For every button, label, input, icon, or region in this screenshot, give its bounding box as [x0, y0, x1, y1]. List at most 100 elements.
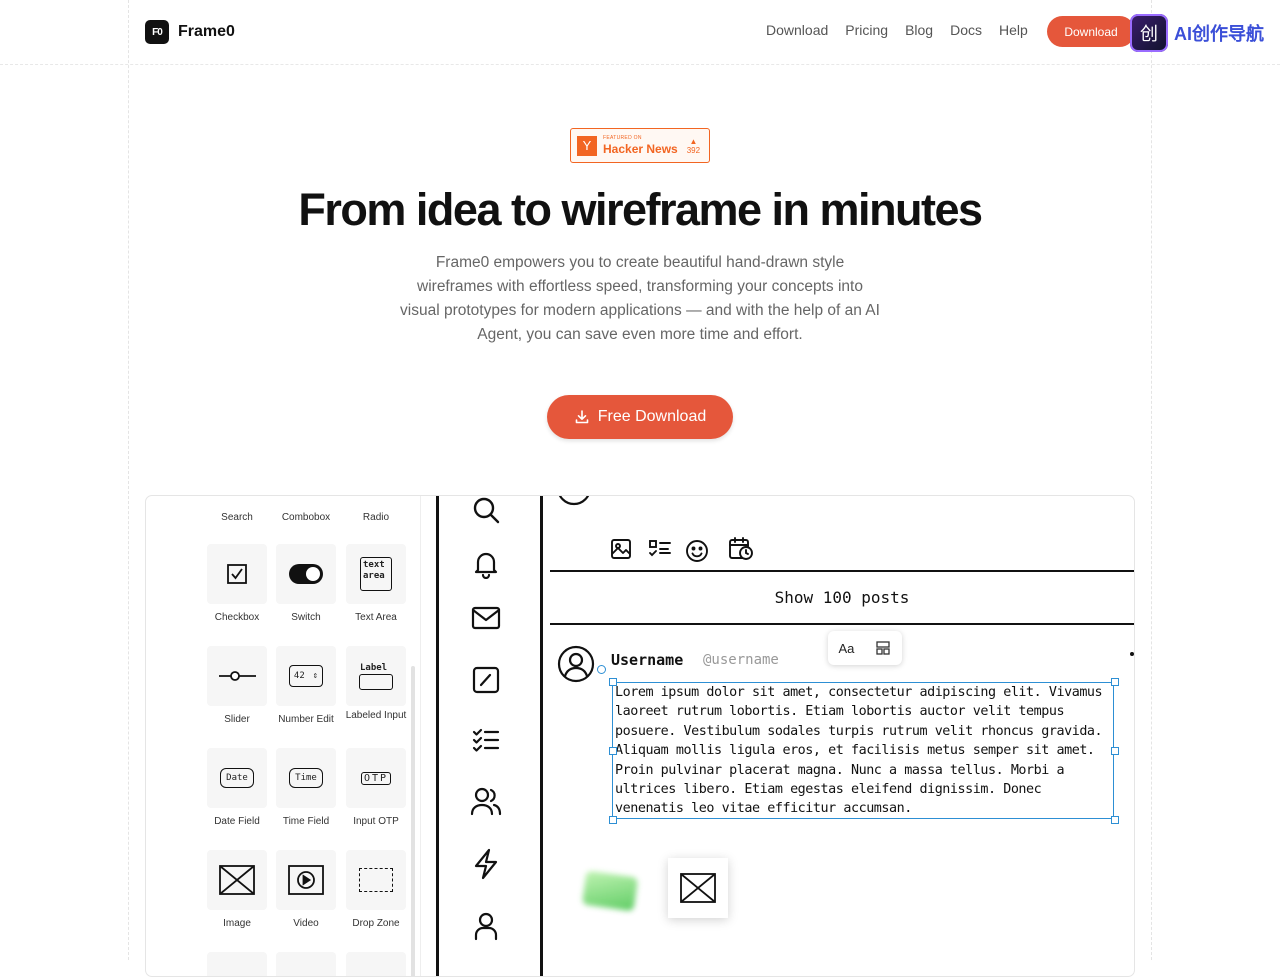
resize-handle[interactable]	[1111, 816, 1119, 824]
date-field-icon: Date	[220, 768, 254, 788]
drop-zone-icon	[359, 868, 393, 892]
tile-partial[interactable]	[346, 952, 406, 976]
slider-icon	[219, 671, 256, 681]
wf-list-icon[interactable]	[648, 539, 672, 559]
wf-bell-icon[interactable]	[466, 544, 506, 584]
brand-link[interactable]: F0 Frame0	[145, 20, 235, 44]
nav-help[interactable]: Help	[999, 22, 1028, 38]
tile-search[interactable]: Search	[202, 512, 272, 523]
nav-blog[interactable]: Blog	[905, 22, 933, 38]
app-preview: Search Combobox Radio Checkbox Switch te…	[145, 495, 1135, 977]
more-dot	[1130, 652, 1134, 656]
number-edit-icon: 42 ⇕	[289, 665, 323, 687]
upvote-arrow-icon: ▲	[689, 136, 698, 146]
brand-name: Frame0	[178, 23, 235, 40]
tile-combobox[interactable]: Combobox	[271, 512, 341, 523]
hero-title: From idea to wireframe in minutes	[298, 184, 983, 235]
wf-bolt-icon[interactable]	[466, 844, 506, 884]
layout-guide-right	[1151, 0, 1152, 960]
wireframe-divider-right	[540, 496, 543, 976]
tile-input-otp[interactable]: OTP Input OTP	[341, 748, 411, 827]
tile-time-field[interactable]: Time Time Field	[271, 748, 341, 827]
resize-handle[interactable]	[1111, 747, 1119, 755]
otp-icon: OTP	[360, 771, 392, 785]
dragged-shape-blur	[581, 870, 639, 912]
tile-drop-zone[interactable]: Drop Zone	[341, 850, 411, 929]
badge-votes: 392	[686, 145, 701, 155]
tile-image[interactable]: Image	[202, 850, 272, 929]
tile-labeled-input[interactable]: Label Labeled Input	[341, 646, 411, 721]
ad-text: AI创作导航	[1174, 24, 1264, 44]
tile-slider[interactable]: Slider	[202, 646, 272, 725]
resize-handle[interactable]	[609, 678, 617, 686]
free-download-button[interactable]: Free Download	[547, 395, 733, 439]
nav-download[interactable]: Download	[766, 22, 828, 38]
tile-label: Video	[293, 918, 319, 929]
wf-emoji-icon[interactable]	[685, 539, 709, 563]
tile-label: Checkbox	[214, 612, 260, 623]
frame0-logo-icon: F0	[145, 20, 169, 44]
badge-hacker-news: Hacker News	[603, 142, 678, 156]
free-download-label: Free Download	[597, 408, 707, 425]
image-placeholder-icon	[219, 865, 255, 895]
wf-post-body[interactable]: Lorem ipsum dolor sit amet, consectetur …	[612, 682, 1114, 819]
tile-date-field[interactable]: Date Date Field	[202, 748, 272, 827]
tile-label: Text Area	[355, 612, 397, 623]
y-combinator-icon: Y	[577, 135, 597, 156]
layout-guide-left	[128, 0, 129, 960]
header-download-button[interactable]: Download	[1047, 16, 1135, 47]
tile-radio[interactable]: Radio	[341, 512, 411, 523]
wf-edit-icon[interactable]	[466, 660, 506, 700]
checkbox-icon	[227, 564, 247, 584]
tile-label: Number Edit	[278, 714, 334, 725]
connector-handle[interactable]	[597, 665, 606, 674]
tile-checkbox[interactable]: Checkbox	[202, 544, 272, 623]
wf-handle: @username	[703, 652, 779, 668]
badge-featured-on: FEATURED ON	[603, 135, 642, 141]
tile-switch[interactable]: Switch	[271, 544, 341, 623]
nav-docs[interactable]: Docs	[950, 22, 982, 38]
wf-search-icon[interactable]	[466, 496, 506, 530]
tile-label: Switch	[291, 612, 321, 623]
wf-username: Username	[611, 651, 684, 669]
wf-mail-icon[interactable]	[466, 598, 506, 638]
wf-image-icon[interactable]	[610, 538, 632, 560]
tile-label: Labeled Input	[345, 710, 407, 721]
wf-schedule-icon[interactable]	[728, 536, 754, 562]
time-field-icon: Time	[289, 768, 323, 788]
nav-pricing[interactable]: Pricing	[845, 22, 888, 38]
tile-label: Slider	[224, 714, 250, 725]
tile-label: Input OTP	[353, 816, 399, 827]
tile-number-edit[interactable]: 42 ⇕ Number Edit	[271, 646, 341, 725]
tile-label: Drop Zone	[352, 918, 400, 929]
ai-nav-logo-icon: 创	[1130, 14, 1168, 52]
resize-handle[interactable]	[609, 816, 617, 824]
tile-text-area[interactable]: text area Text Area	[341, 544, 411, 623]
tile-video[interactable]: Video	[271, 850, 341, 929]
video-icon	[288, 865, 324, 895]
text-style-icon[interactable]: Aa	[839, 641, 855, 656]
labeled-input-icon	[359, 673, 393, 690]
hero-subtitle: Frame0 empowers you to create beautiful …	[400, 254, 880, 343]
palette-scrollbar[interactable]	[411, 666, 415, 976]
tile-partial[interactable]	[207, 952, 267, 976]
wf-show-posts[interactable]: Show 100 posts	[550, 588, 1134, 607]
ad-banner[interactable]: 创 AI创作导航	[1130, 14, 1264, 52]
wf-divider	[550, 570, 1134, 572]
wf-user-avatar-icon	[557, 645, 595, 683]
tile-partial[interactable]	[276, 952, 336, 976]
download-icon	[575, 410, 589, 424]
switch-icon	[289, 564, 323, 584]
wf-checklist-icon[interactable]	[466, 720, 506, 760]
wf-users-icon[interactable]	[466, 781, 506, 821]
layout-icon[interactable]	[875, 640, 891, 656]
dragged-image-tile[interactable]	[668, 858, 728, 918]
wireframe-divider-left	[436, 496, 439, 976]
resize-handle[interactable]	[609, 747, 617, 755]
resize-handle[interactable]	[1111, 678, 1119, 686]
hacker-news-badge[interactable]: Y FEATURED ON Hacker News ▲ 392	[570, 128, 710, 163]
wf-divider	[550, 623, 1134, 625]
text-area-icon: text area	[360, 557, 392, 591]
wf-profile-icon[interactable]	[466, 906, 506, 946]
tile-label: Image	[223, 918, 251, 929]
